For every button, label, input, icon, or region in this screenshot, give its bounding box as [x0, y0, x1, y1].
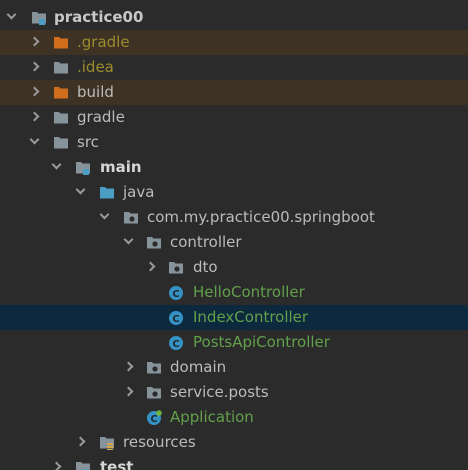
package-icon — [123, 210, 139, 229]
java-class-icon: C — [168, 285, 184, 305]
chevron-down-icon[interactable] — [51, 159, 62, 170]
tree-item-label: main — [100, 158, 142, 176]
tree-item-test[interactable]: test — [0, 455, 468, 470]
chevron-right-icon[interactable] — [51, 461, 62, 470]
svg-text:C: C — [172, 289, 179, 300]
tree-item-label: service.posts — [170, 383, 269, 401]
project-tree: practice00 .gradle .idea build gradle src main… — [0, 0, 468, 470]
tree-item-gradle[interactable]: gradle — [0, 105, 468, 130]
resources-folder-icon — [99, 435, 115, 454]
package-icon — [146, 385, 162, 404]
source-root-folder-icon — [99, 185, 115, 204]
tree-item-domain[interactable]: domain — [0, 355, 468, 380]
tree-item-label: Application — [170, 408, 254, 426]
tree-item-label: PostsApiController — [193, 333, 330, 351]
tree-item-label: dto — [193, 258, 218, 276]
chevron-down-icon[interactable] — [75, 184, 86, 195]
tree-item-label: .idea — [77, 58, 114, 76]
tree-item-label: test — [100, 458, 134, 470]
tree-item-label: resources — [123, 433, 196, 451]
tree-item-src[interactable]: src — [0, 130, 468, 155]
package-icon — [168, 260, 184, 279]
tree-item-practice00[interactable]: practice00 — [0, 5, 468, 30]
folder-icon — [53, 110, 69, 129]
tree-item-indexcontroller[interactable]: C IndexController — [0, 305, 468, 330]
tree-item-label: HelloController — [193, 283, 305, 301]
excluded-folder-icon — [53, 85, 69, 104]
chevron-right-icon[interactable] — [123, 386, 134, 397]
tree-item-label: src — [77, 133, 99, 151]
chevron-right-icon[interactable] — [29, 36, 40, 47]
folder-icon — [53, 60, 69, 79]
svg-text:C: C — [150, 414, 157, 425]
package-icon — [146, 360, 162, 379]
tree-item-resources[interactable]: resources — [0, 430, 468, 455]
chevron-right-icon[interactable] — [145, 261, 156, 272]
spring-boot-class-icon: C — [146, 410, 162, 430]
tree-item-com-my-practice00-springboot[interactable]: com.my.practice00.springboot — [0, 205, 468, 230]
tree-item-application[interactable]: C Application — [0, 405, 468, 430]
tree-item-label: build — [77, 83, 114, 101]
tree-item-dto[interactable]: dto — [0, 255, 468, 280]
chevron-right-icon[interactable] — [123, 361, 134, 372]
tree-item-label: IndexController — [193, 308, 309, 326]
tree-item-label: java — [123, 183, 155, 201]
tree-item-label: controller — [170, 233, 242, 251]
package-icon — [146, 235, 162, 254]
chevron-right-icon[interactable] — [29, 86, 40, 97]
chevron-right-icon[interactable] — [29, 111, 40, 122]
chevron-down-icon[interactable] — [123, 234, 134, 245]
tree-item-label: com.my.practice00.springboot — [147, 208, 375, 226]
svg-text:C: C — [172, 339, 179, 350]
tree-item-java[interactable]: java — [0, 180, 468, 205]
tree-item-label: domain — [170, 358, 227, 376]
tree-item-idea[interactable]: .idea — [0, 55, 468, 80]
tree-item-build[interactable]: build — [0, 80, 468, 105]
tree-item-hellocontroller[interactable]: C HelloController — [0, 280, 468, 305]
java-class-icon: C — [168, 335, 184, 355]
tree-item-label: gradle — [77, 108, 125, 126]
chevron-right-icon[interactable] — [29, 61, 40, 72]
tree-item-postsapicontroller[interactable]: C PostsApiController — [0, 330, 468, 355]
tree-item-gradle[interactable]: .gradle — [0, 30, 468, 55]
java-class-icon: C — [168, 310, 184, 330]
svg-text:C: C — [172, 314, 179, 325]
tree-item-controller[interactable]: controller — [0, 230, 468, 255]
chevron-down-icon[interactable] — [6, 9, 17, 20]
tree-item-label: .gradle — [77, 33, 130, 51]
folder-icon — [53, 135, 69, 154]
chevron-down-icon[interactable] — [29, 134, 40, 145]
module-folder-icon — [31, 10, 47, 29]
chevron-down-icon[interactable] — [99, 209, 110, 220]
tree-item-service-posts[interactable]: service.posts — [0, 380, 468, 405]
tree-item-label: practice00 — [54, 8, 144, 26]
module-folder-icon — [75, 160, 91, 179]
chevron-right-icon[interactable] — [75, 436, 86, 447]
module-folder-icon — [75, 460, 91, 470]
tree-item-main[interactable]: main — [0, 155, 468, 180]
excluded-folder-icon — [53, 35, 69, 54]
